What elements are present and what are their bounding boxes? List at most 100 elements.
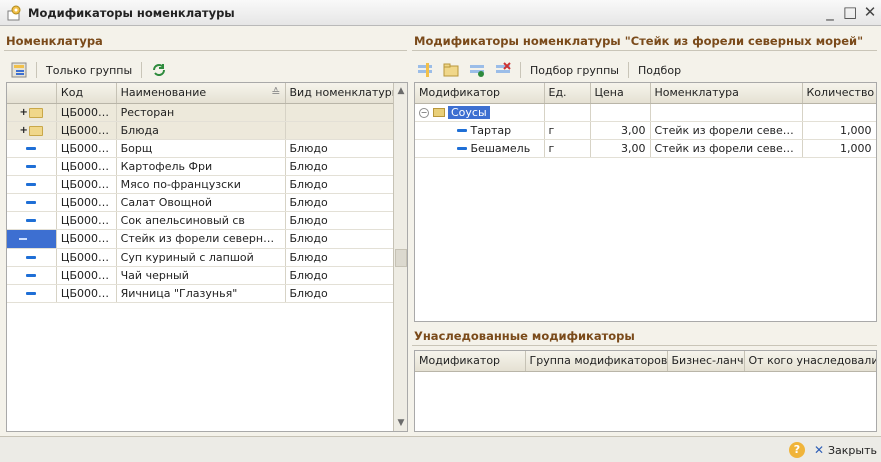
mark-cell[interactable] <box>7 175 57 194</box>
name-cell[interactable]: Картофель Фри <box>116 157 286 176</box>
refresh-button[interactable] <box>148 60 170 80</box>
modifier-row[interactable]: Тартар г 3,00 Стейк из форели северн... 1,00… <box>415 121 876 140</box>
table-row[interactable]: + ЦБ0000... Блюда <box>7 121 407 140</box>
table-row[interactable]: ЦБ0000... Картофель Фри Блюдо <box>7 157 407 176</box>
mark-cell[interactable] <box>7 266 57 285</box>
column-header-modifier[interactable]: Модификатор <box>415 351 526 372</box>
delete-row-button[interactable] <box>492 60 514 80</box>
unit-cell[interactable]: г <box>544 121 591 140</box>
kind-cell[interactable]: Блюдо <box>285 139 407 158</box>
column-header-price[interactable]: Цена <box>590 83 651 104</box>
name-cell[interactable]: Ресторан <box>116 103 286 122</box>
scroll-thumb[interactable] <box>395 249 407 267</box>
kind-cell[interactable] <box>285 103 407 122</box>
name-cell[interactable]: Яичница "Глазунья" <box>116 284 286 303</box>
maximize-button[interactable]: □ <box>843 3 857 21</box>
close-window-button[interactable]: ✕ <box>863 3 877 21</box>
modifier-cell[interactable]: Тартар <box>415 121 545 140</box>
column-header-code[interactable]: Код <box>56 83 117 104</box>
modifier-row[interactable]: Бешамель г 3,00 Стейк из форели северн... 1,… <box>415 139 876 158</box>
quantity-cell[interactable]: 1,000 <box>802 139 876 158</box>
scroll-down-icon[interactable]: ▼ <box>394 415 407 431</box>
table-row[interactable]: ЦБ0000... Сок апельсиновый св Блюдо <box>7 211 407 230</box>
add-row-button[interactable] <box>414 60 436 80</box>
name-cell[interactable]: Борщ <box>116 139 286 158</box>
code-cell[interactable]: ЦБ0000... <box>56 193 117 212</box>
hierarchy-view-button[interactable] <box>8 60 30 80</box>
nomenclature-cell[interactable]: Стейк из форели северн... <box>650 139 803 158</box>
column-header-mark[interactable] <box>7 83 57 104</box>
code-cell[interactable]: ЦБ0000... <box>56 157 117 176</box>
quantity-cell[interactable]: 1,000 <box>802 121 876 140</box>
only-groups-button[interactable]: Только группы <box>43 60 135 80</box>
name-cell[interactable]: Стейк из форели северных... <box>116 229 286 249</box>
kind-cell[interactable]: Блюдо <box>285 248 407 267</box>
group-row[interactable]: − Соусы <box>415 103 876 122</box>
column-header-quantity[interactable]: Количество <box>802 83 876 104</box>
column-header-inherited-from[interactable]: От кого унаследовали <box>744 351 876 372</box>
column-header-business-lunch[interactable]: Бизнес-ланч <box>667 351 745 372</box>
table-row[interactable]: ЦБ0000... Мясо по-французски Блюдо <box>7 175 407 194</box>
mark-cell[interactable] <box>7 229 57 249</box>
mark-cell[interactable] <box>7 284 57 303</box>
column-header-kind[interactable]: Вид номенклатуры <box>285 83 407 104</box>
mark-cell[interactable] <box>7 248 57 267</box>
scroll-up-icon[interactable]: ▲ <box>394 83 407 99</box>
price-cell[interactable]: 3,00 <box>590 121 651 140</box>
table-row[interactable]: + ЦБ0000... Ресторан <box>7 103 407 122</box>
name-cell[interactable]: Суп куриный с лапшой <box>116 248 286 267</box>
code-cell[interactable]: ЦБ0000... <box>56 229 117 249</box>
vertical-scrollbar[interactable]: ▲ ▼ <box>393 83 407 431</box>
kind-cell[interactable]: Блюдо <box>285 157 407 176</box>
table-row[interactable]: ЦБ0000... Борщ Блюдо <box>7 139 407 158</box>
code-cell[interactable]: ЦБ0000... <box>56 284 117 303</box>
code-cell[interactable]: ЦБ0000... <box>56 121 117 140</box>
table-row[interactable]: ЦБ0000... Суп куриный с лапшой Блюдо <box>7 248 407 267</box>
code-cell[interactable]: ЦБ0000... <box>56 139 117 158</box>
unit-cell[interactable]: г <box>544 139 591 158</box>
code-cell[interactable]: ЦБ0000... <box>56 211 117 230</box>
mark-cell[interactable] <box>7 193 57 212</box>
column-header-modifier[interactable]: Модификатор <box>415 83 545 104</box>
kind-cell[interactable]: Блюдо <box>285 266 407 285</box>
code-cell[interactable]: ЦБ0000... <box>56 266 117 285</box>
mark-cell[interactable] <box>7 211 57 230</box>
collapse-icon[interactable]: − <box>419 107 429 118</box>
nomenclature-cell[interactable]: Стейк из форели северн... <box>650 121 803 140</box>
copy-row-button[interactable] <box>466 60 488 80</box>
group-cell[interactable]: − Соусы <box>415 103 545 122</box>
help-icon[interactable]: ? <box>789 442 805 458</box>
mark-cell[interactable] <box>7 157 57 176</box>
name-cell[interactable]: Сок апельсиновый св <box>116 211 286 230</box>
mark-cell[interactable]: + <box>7 103 57 122</box>
pick-groups-button[interactable]: Подбор группы <box>527 60 622 80</box>
add-folder-button[interactable] <box>440 60 462 80</box>
name-cell[interactable]: Блюда <box>116 121 286 140</box>
modifier-cell[interactable]: Бешамель <box>415 139 545 158</box>
kind-cell[interactable]: Блюдо <box>285 175 407 194</box>
name-cell[interactable]: Мясо по-французски <box>116 175 286 194</box>
code-cell[interactable]: ЦБ0000... <box>56 103 117 122</box>
name-cell[interactable]: Чай черный <box>116 266 286 285</box>
mark-cell[interactable]: + <box>7 121 57 140</box>
kind-cell[interactable]: Блюдо <box>285 211 407 230</box>
price-cell[interactable]: 3,00 <box>590 139 651 158</box>
column-header-name[interactable]: Наименование ≙ <box>116 83 286 104</box>
table-row[interactable]: ЦБ0000... Салат Овощной Блюдо <box>7 193 407 212</box>
expand-icon[interactable]: + <box>19 107 27 118</box>
column-header-modifier-group[interactable]: Группа модификаторов <box>525 351 668 372</box>
code-cell[interactable]: ЦБ0000... <box>56 175 117 194</box>
mark-cell[interactable] <box>7 139 57 158</box>
close-button[interactable]: ✕ Закрыть <box>814 441 877 459</box>
column-header-nomenclature[interactable]: Номенклатура <box>650 83 803 104</box>
column-header-unit[interactable]: Ед. <box>544 83 591 104</box>
kind-cell[interactable]: Блюдо <box>285 229 407 249</box>
pick-button[interactable]: Подбор <box>635 60 684 80</box>
kind-cell[interactable]: Блюдо <box>285 193 407 212</box>
kind-cell[interactable] <box>285 121 407 140</box>
kind-cell[interactable]: Блюдо <box>285 284 407 303</box>
minimize-button[interactable]: _ <box>823 3 837 21</box>
code-cell[interactable]: ЦБ0000... <box>56 248 117 267</box>
table-row[interactable]: ЦБ0000... Яичница "Глазунья" Блюдо <box>7 284 407 303</box>
table-row[interactable]: ЦБ0000... Стейк из форели северных... Блюд… <box>7 229 407 249</box>
